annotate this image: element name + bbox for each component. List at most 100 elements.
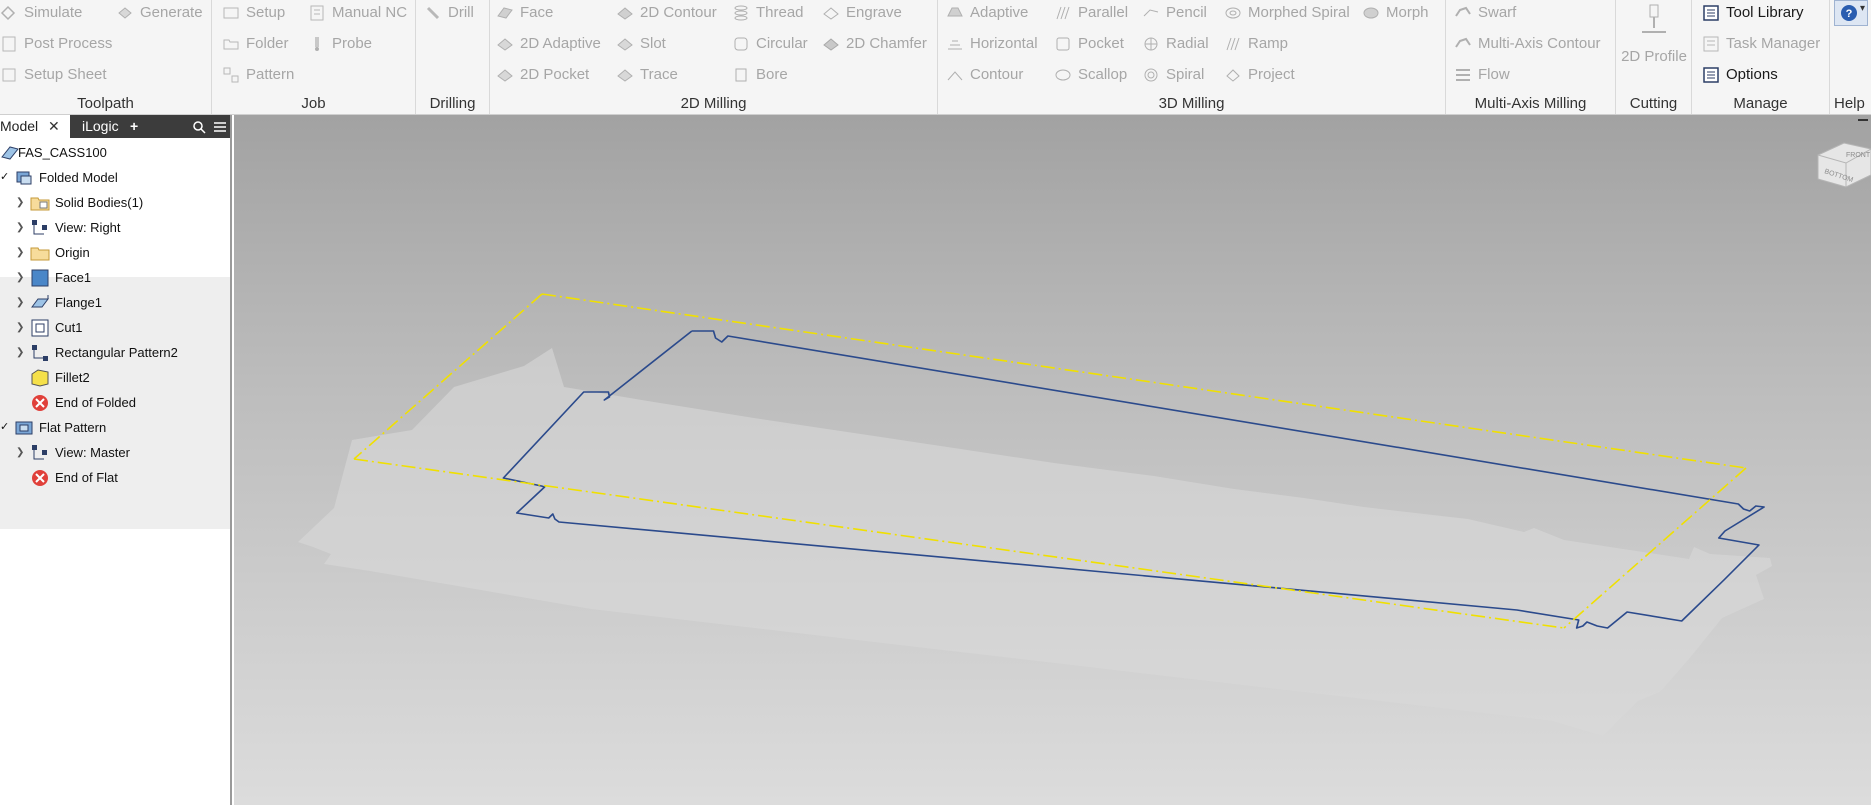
adaptive-button[interactable]: Adaptive xyxy=(946,0,1028,26)
morphed-spiral-icon xyxy=(1224,4,1242,22)
tab-ilogic[interactable]: iLogic xyxy=(82,115,119,138)
project-icon xyxy=(1224,66,1242,84)
expand-icon[interactable]: ❯ xyxy=(16,315,30,340)
expand-icon[interactable]: ❯ xyxy=(16,265,30,290)
drill-button[interactable]: Drill xyxy=(424,0,474,26)
graphics-viewport[interactable]: FRONT BOTTOM xyxy=(234,115,1871,805)
2d-contour-button[interactable]: 2D Contour xyxy=(616,0,717,26)
viewport-minimize-icon[interactable] xyxy=(1858,119,1868,121)
expand-icon[interactable]: ❯ xyxy=(16,290,30,315)
expand-icon[interactable]: ❯ xyxy=(16,340,30,365)
manual-nc-button[interactable]: Manual NC xyxy=(308,0,407,26)
checkmark-icon: ✓ xyxy=(0,171,10,183)
parallel-icon xyxy=(1054,4,1072,22)
manual-nc-icon xyxy=(308,4,326,22)
help-button[interactable]: ? ▾ xyxy=(1834,0,1868,26)
post-process-icon xyxy=(0,35,18,53)
generate-button[interactable]: Generate xyxy=(116,0,203,26)
tree-item-view-master[interactable]: ❯ View: Master xyxy=(16,440,130,465)
setup-button[interactable]: Setup xyxy=(222,0,285,26)
viewcube[interactable]: FRONT BOTTOM xyxy=(1806,135,1871,195)
ramp-button[interactable]: Ramp xyxy=(1224,31,1288,57)
post-process-button[interactable]: Post Process xyxy=(0,31,112,57)
trace-icon xyxy=(616,66,634,84)
swarf-icon xyxy=(1454,4,1472,22)
tree-item-fillet2[interactable]: Fillet2 xyxy=(30,365,90,390)
menu-icon[interactable] xyxy=(213,115,227,138)
spiral-button[interactable]: Spiral xyxy=(1142,62,1204,88)
thread-button[interactable]: Thread xyxy=(732,0,804,26)
help-dropdown-icon: ▾ xyxy=(1860,3,1866,14)
tree-item-face1[interactable]: ❯ Face1 xyxy=(16,265,91,290)
tree-item-solid-bodies[interactable]: ❯ Solid Bodies(1) xyxy=(16,190,143,215)
flat-pattern-body[interactable] xyxy=(298,348,1772,736)
2d-profile-button[interactable]: 2D Profile xyxy=(1616,0,1692,80)
trace-button[interactable]: Trace xyxy=(616,62,678,88)
slot-button[interactable]: Slot xyxy=(616,31,666,57)
simulate-button[interactable]: Simulate xyxy=(0,0,82,26)
tab-model[interactable]: Model ✕ xyxy=(0,115,70,138)
search-icon[interactable] xyxy=(192,115,208,138)
engrave-icon xyxy=(822,4,840,22)
tree-item-end-of-folded[interactable]: End of Folded xyxy=(30,390,136,415)
panel-label-job: Job xyxy=(301,95,326,112)
morph-button[interactable]: Morph xyxy=(1362,0,1429,26)
engrave-button[interactable]: Engrave xyxy=(822,0,902,26)
scallop-button[interactable]: Scallop xyxy=(1054,62,1127,88)
bore-button[interactable]: Bore xyxy=(732,62,788,88)
tree-flat-pattern[interactable]: ✓ Flat Pattern xyxy=(0,415,106,440)
pattern-button[interactable]: Pattern xyxy=(222,62,294,88)
tool-library-button[interactable]: Tool Library xyxy=(1702,0,1804,26)
contour-icon xyxy=(946,66,964,84)
expand-icon[interactable]: ❯ xyxy=(16,440,30,465)
tree-item-origin[interactable]: ❯ Origin xyxy=(16,240,90,265)
2d-profile-label: 2D Profile xyxy=(1621,48,1687,65)
add-tab-button[interactable]: + xyxy=(130,115,144,138)
2d-chamfer-button[interactable]: 2D Chamfer xyxy=(822,31,927,57)
multi-axis-contour-button[interactable]: Multi-Axis Contour xyxy=(1454,31,1601,57)
adaptive-icon xyxy=(946,4,964,22)
2d-adaptive-button[interactable]: 2D Adaptive xyxy=(496,31,601,57)
tree-item-end-of-flat[interactable]: End of Flat xyxy=(30,465,118,490)
panel-help: ? ▾ Help xyxy=(1830,0,1871,114)
morph-icon xyxy=(1362,4,1380,22)
options-button[interactable]: Options xyxy=(1702,62,1778,88)
close-icon[interactable]: ✕ xyxy=(48,115,60,138)
face-button[interactable]: Face xyxy=(496,0,553,26)
tree-item-flange1[interactable]: ❯ Flange1 xyxy=(16,290,102,315)
swarf-button[interactable]: Swarf xyxy=(1454,0,1516,26)
parallel-button[interactable]: Parallel xyxy=(1054,0,1128,26)
project-button[interactable]: Project xyxy=(1224,62,1295,88)
expand-icon[interactable]: ❯ xyxy=(16,190,30,215)
task-manager-button[interactable]: Task Manager xyxy=(1702,31,1820,57)
flange-icon xyxy=(30,293,50,313)
radial-button[interactable]: Radial xyxy=(1142,31,1209,57)
panel-2d-milling: Face 2D Contour Thread Engrave 2D Adapti… xyxy=(490,0,938,114)
probe-button[interactable]: Probe xyxy=(308,31,372,57)
ramp-icon xyxy=(1224,35,1242,53)
pocket-button[interactable]: Pocket xyxy=(1054,31,1124,57)
morphed-spiral-button[interactable]: Morphed Spiral xyxy=(1224,0,1350,26)
flow-button[interactable]: Flow xyxy=(1454,62,1510,88)
pencil-icon xyxy=(1142,4,1160,22)
tree-item-rectangular-pattern2[interactable]: ❯ Rectangular Pattern2 xyxy=(16,340,178,365)
model-browser: Model ✕ iLogic + FAS_CASS100 ✓ Folded Mo… xyxy=(0,115,232,805)
expand-icon[interactable]: ❯ xyxy=(16,215,30,240)
folder-button[interactable]: Folder xyxy=(222,31,289,57)
2d-pocket-button[interactable]: 2D Pocket xyxy=(496,62,589,88)
horizontal-button[interactable]: Horizontal xyxy=(946,31,1038,57)
setup-sheet-button[interactable]: Setup Sheet xyxy=(0,62,107,88)
solid-bodies-folder-icon xyxy=(30,193,50,213)
viewcube-front-label: FRONT xyxy=(1846,152,1871,159)
tree-item-cut1[interactable]: ❯ Cut1 xyxy=(16,315,82,340)
tool-library-icon xyxy=(1702,4,1720,22)
task-manager-icon xyxy=(1702,35,1720,53)
options-icon xyxy=(1702,66,1720,84)
tree-folded-model[interactable]: ✓ Folded Model xyxy=(0,165,118,190)
circular-button[interactable]: Circular xyxy=(732,31,808,57)
pencil-button[interactable]: Pencil xyxy=(1142,0,1207,26)
expand-icon[interactable]: ❯ xyxy=(16,240,30,265)
contour-button[interactable]: Contour xyxy=(946,62,1023,88)
tree-item-view-right[interactable]: ❯ View: Right xyxy=(16,215,121,240)
tree-root[interactable]: FAS_CASS100 xyxy=(0,140,107,165)
